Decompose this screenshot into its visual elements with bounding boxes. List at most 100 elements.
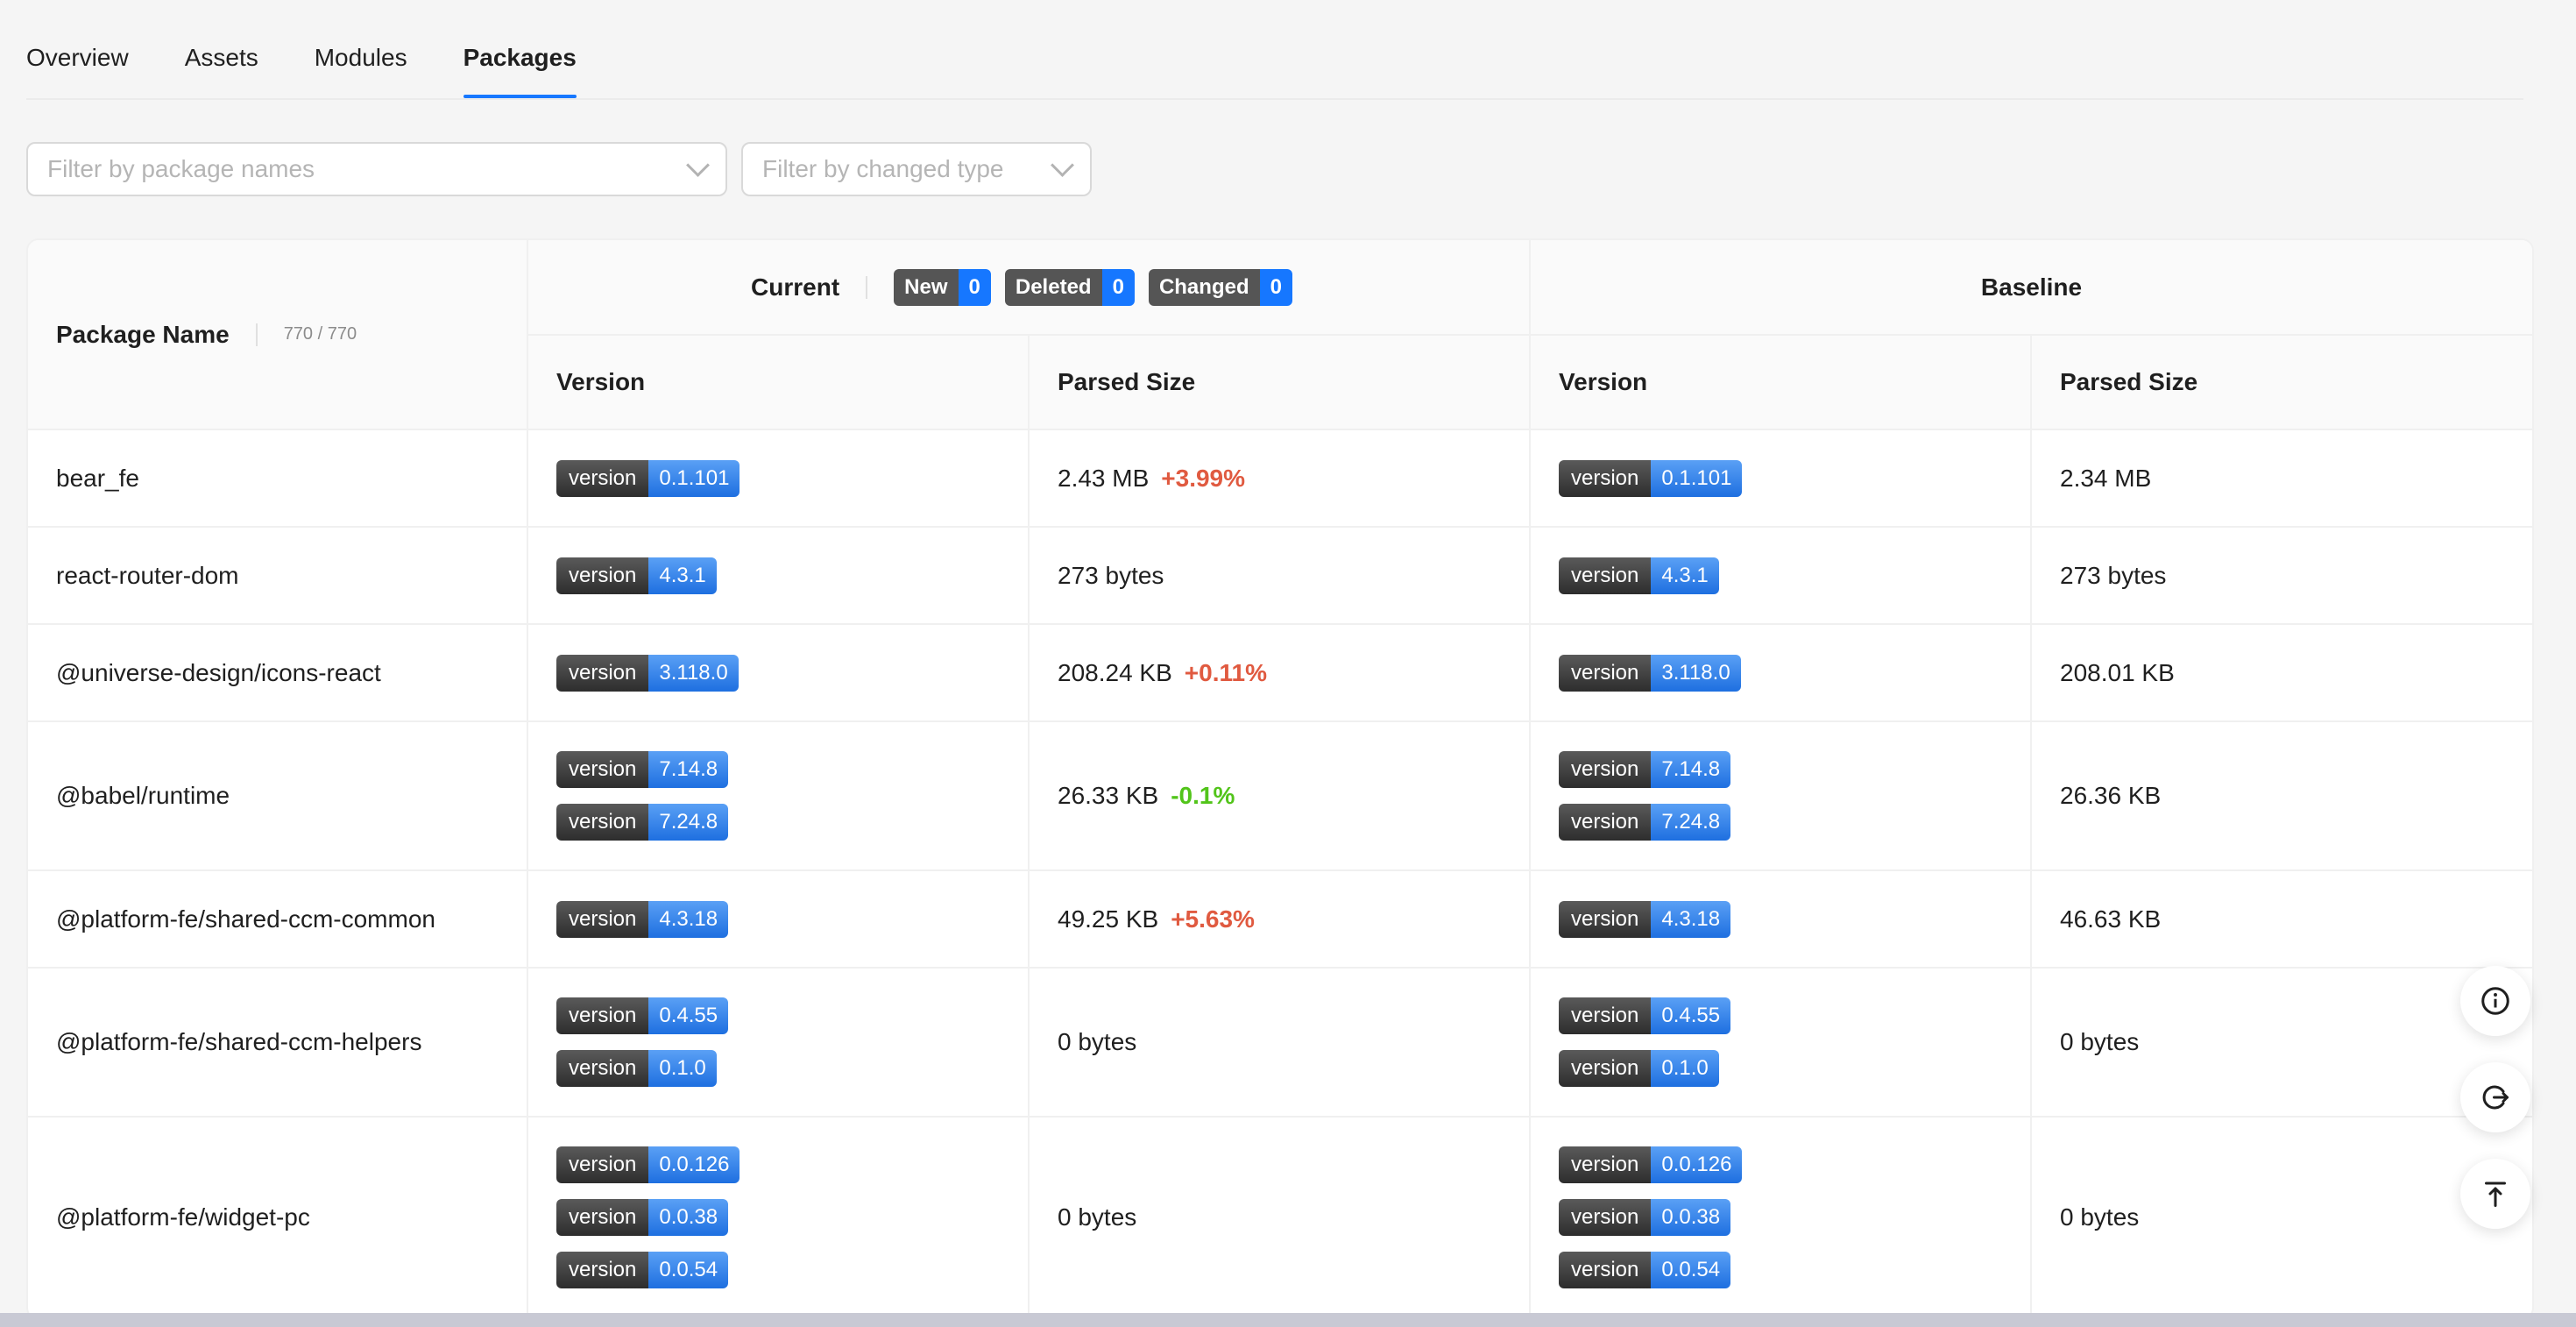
- baseline-parsed-size-cell: 0 bytes: [2031, 968, 2532, 1118]
- tab-bar: Overview Assets Modules Packages: [26, 0, 2523, 100]
- version-badge: version 7.24.8: [556, 804, 729, 841]
- tab-packages[interactable]: Packages: [463, 0, 577, 98]
- current-version-cell: version 4.3.1: [527, 527, 1030, 625]
- current-parsed-size-header: Parsed Size: [1029, 335, 1531, 430]
- back-to-top-icon: [2485, 1182, 2506, 1207]
- logout-button[interactable]: [2460, 1062, 2530, 1132]
- version-badge: version 0.4.55: [556, 997, 729, 1034]
- version-badge: version 7.14.8: [1559, 751, 1731, 788]
- back-to-top-button[interactable]: [2460, 1159, 2530, 1229]
- baseline-header: Baseline: [1530, 240, 2532, 336]
- info-button[interactable]: [2460, 966, 2530, 1036]
- version-badge: version 7.14.8: [556, 751, 729, 788]
- version-badge: version 0.0.126: [1559, 1146, 1743, 1183]
- divider: [255, 323, 258, 346]
- version-badge: version 4.3.18: [1559, 900, 1731, 938]
- package-name-cell: bear_fe: [28, 429, 528, 528]
- version-badge: version 0.0.38: [1559, 1199, 1731, 1236]
- parsed-size-value: 2.43 MB: [1058, 464, 1150, 492]
- current-parsed-size-cell: 26.33 KB -0.1%: [1029, 721, 1531, 871]
- version-badge: version 3.118.0: [556, 654, 739, 692]
- baseline-parsed-size-header: Parsed Size: [2031, 335, 2532, 430]
- changed-type-filter[interactable]: Filter by changed type: [741, 142, 1092, 196]
- package-name-header: Package Name 770 / 770: [28, 240, 528, 430]
- package-name-filter[interactable]: Filter by package names: [26, 142, 727, 196]
- packages-table: Package Name 770 / 770 Current New 0 Dele…: [26, 238, 2534, 1320]
- parsed-size-value: 49.25 KB: [1058, 905, 1159, 933]
- logout-icon: [2482, 1085, 2509, 1110]
- parsed-size-value: 208.24 KB: [1058, 658, 1172, 686]
- version-badge: version 0.1.101: [1559, 459, 1743, 497]
- size-change-percent: +0.11%: [1184, 658, 1267, 686]
- packages-table-body: bear_fe version 0.1.101 2.43 MB +3.99% versio…: [28, 429, 2532, 1318]
- changed-type-filter-placeholder: Filter by changed type: [762, 155, 1004, 182]
- new-count-badge: New 0: [894, 268, 991, 306]
- version-badge: version 7.24.8: [1559, 804, 1731, 841]
- bottom-bar: [0, 1313, 2576, 1327]
- tab-modules[interactable]: Modules: [315, 0, 407, 98]
- current-header: Current New 0 Deleted 0 Changed 0: [527, 240, 1531, 336]
- tab-assets[interactable]: Assets: [185, 0, 258, 98]
- current-version-cell: version 0.1.101: [527, 429, 1030, 528]
- package-count: 770 / 770: [283, 324, 357, 344]
- baseline-version-header: Version: [1530, 335, 2032, 430]
- baseline-version-cell: version 4.3.1: [1530, 527, 2032, 625]
- page: Overview Assets Modules Packages Filter …: [0, 0, 2576, 1327]
- current-header-label: Current: [751, 273, 840, 301]
- table-row: @babel/runtime version 7.14.8 version 7.24.8…: [28, 721, 2532, 871]
- current-parsed-size-cell: 0 bytes: [1029, 1117, 1531, 1318]
- baseline-version-cell: version 3.118.0: [1530, 624, 2032, 722]
- current-parsed-size-cell: 0 bytes: [1029, 968, 1531, 1118]
- baseline-parsed-size-cell: 26.36 KB: [2031, 721, 2532, 871]
- version-badge: version 0.4.55: [1559, 997, 1731, 1034]
- baseline-parsed-size-cell: 0 bytes: [2031, 1117, 2532, 1318]
- version-badge: version 3.118.0: [1559, 654, 1741, 692]
- table-row: @platform-fe/shared-ccm-helpers version 0.…: [28, 968, 2532, 1118]
- size-change-percent: +3.99%: [1161, 464, 1246, 492]
- baseline-parsed-size-cell: 46.63 KB: [2031, 870, 2532, 969]
- baseline-parsed-size-cell: 208.01 KB: [2031, 624, 2532, 722]
- version-badge: version 0.0.38: [556, 1199, 729, 1236]
- info-icon: [2481, 987, 2509, 1015]
- chevron-down-icon: [686, 153, 710, 177]
- version-badge: version 0.1.101: [556, 459, 740, 497]
- parsed-size-value: 26.33 KB: [1058, 782, 1159, 809]
- baseline-version-cell: version 0.1.101: [1530, 429, 2032, 528]
- baseline-version-cell: version 4.3.18: [1530, 870, 2032, 969]
- table-row: @platform-fe/shared-ccm-common version 4.3…: [28, 870, 2532, 969]
- version-badge: version 0.0.54: [556, 1252, 729, 1288]
- size-change-percent: +5.63%: [1171, 905, 1255, 933]
- current-parsed-size-cell: 208.24 KB +0.11%: [1029, 624, 1531, 722]
- parsed-size-value: 0 bytes: [1058, 1203, 1137, 1231]
- baseline-version-cell: version 0.0.126 version 0.0.38 version 0.0.54: [1530, 1117, 2032, 1318]
- current-version-header: Version: [527, 335, 1030, 430]
- tab-overview[interactable]: Overview: [26, 0, 129, 98]
- baseline-parsed-size-cell: 273 bytes: [2031, 527, 2532, 625]
- baseline-version-cell: version 7.14.8 version 7.24.8: [1530, 721, 2032, 871]
- current-parsed-size-cell: 273 bytes: [1029, 527, 1531, 625]
- size-change-percent: -0.1%: [1171, 782, 1235, 809]
- package-name-cell: react-router-dom: [28, 527, 528, 625]
- table-row: react-router-dom version 4.3.1 273 bytes ver…: [28, 527, 2532, 625]
- current-version-cell: version 0.0.126 version 0.0.38 version 0.0.54: [527, 1117, 1030, 1318]
- current-parsed-size-cell: 2.43 MB +3.99%: [1029, 429, 1531, 528]
- deleted-count-badge: Deleted 0: [1004, 268, 1135, 306]
- current-parsed-size-cell: 49.25 KB +5.63%: [1029, 870, 1531, 969]
- table-row: @platform-fe/widget-pc version 0.0.126 vers…: [28, 1117, 2532, 1318]
- baseline-parsed-size-cell: 2.34 MB: [2031, 429, 2532, 528]
- package-name-cell: @platform-fe/shared-ccm-common: [28, 870, 528, 969]
- package-name-filter-placeholder: Filter by package names: [47, 155, 315, 182]
- package-name-cell: @platform-fe/widget-pc: [28, 1117, 528, 1318]
- package-name-cell: @universe-design/icons-react: [28, 624, 528, 722]
- version-badge: version 0.0.54: [1559, 1252, 1731, 1288]
- divider: [866, 275, 868, 299]
- parsed-size-value: 273 bytes: [1058, 561, 1164, 589]
- table-row: bear_fe version 0.1.101 2.43 MB +3.99% versio…: [28, 429, 2532, 528]
- package-name-cell: @platform-fe/shared-ccm-helpers: [28, 968, 528, 1118]
- chevron-down-icon: [1051, 153, 1074, 177]
- table-row: @universe-design/icons-react version 3.118…: [28, 624, 2532, 722]
- current-version-cell: version 4.3.18: [527, 870, 1030, 969]
- version-badge: version 4.3.1: [556, 557, 717, 594]
- current-version-cell: version 0.4.55 version 0.1.0: [527, 968, 1030, 1118]
- current-version-cell: version 7.14.8 version 7.24.8: [527, 721, 1030, 871]
